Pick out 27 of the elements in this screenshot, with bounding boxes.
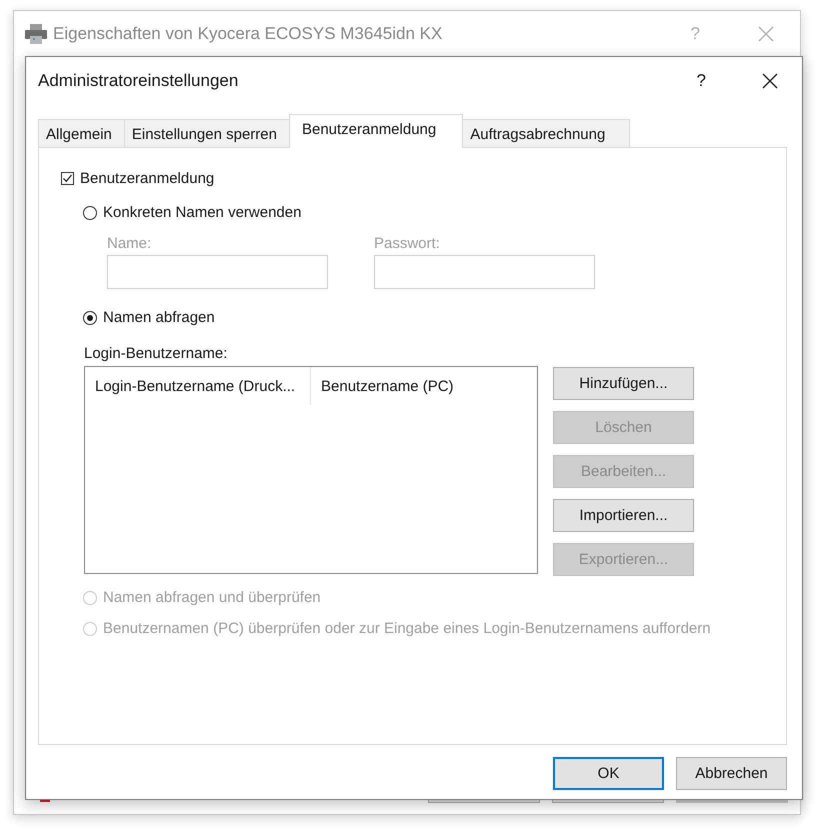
printer-icon (25, 24, 47, 44)
help-button[interactable]: ? (696, 71, 706, 91)
close-icon[interactable] (762, 73, 778, 89)
user-list[interactable]: Login-Benutzername (Druck... Benutzername (PC) (84, 366, 538, 574)
checkbox-label: Benutzeranmeldung (80, 170, 214, 187)
list-action-button[interactable]: Hinzufügen... (553, 367, 694, 400)
tab[interactable]: Allgemein (38, 119, 124, 147)
tab[interactable]: Einstellungen sperren (124, 119, 289, 147)
dialog-button[interactable]: OK (553, 757, 664, 790)
column-header[interactable]: Benutzername (PC) (311, 367, 454, 405)
tab[interactable]: Benutzeranmeldung (288, 114, 464, 148)
column-header[interactable]: Login-Benutzername (Druck... (85, 367, 311, 405)
radio-label: Konkreten Namen verwenden (103, 204, 302, 221)
radio-label: Benutzernamen (PC) überprüfen oder zur Eingabe eines Login-Benutzernamens auffordern (103, 620, 711, 637)
radio-label: Namen abfragen und überprüfen (103, 589, 321, 606)
field-label: Name: (107, 235, 152, 252)
list-label: Login-Benutzername: (84, 345, 228, 362)
radio-button[interactable] (83, 310, 97, 324)
window-title: Eigenschaften von Kyocera ECOSYS M3645idn KX (53, 24, 444, 44)
list-action-button[interactable]: Importieren... (553, 499, 694, 532)
field-label: Passwort: (374, 235, 441, 252)
radio-label: Namen abfragen (103, 309, 215, 326)
dialog-button[interactable]: Abbrechen (676, 757, 787, 790)
dialog-title: Administratoreinstellungen (38, 71, 240, 91)
checkbox[interactable] (61, 172, 74, 185)
tab[interactable]: Auftragsabrechnung (463, 119, 630, 147)
radio-button[interactable] (83, 206, 97, 220)
